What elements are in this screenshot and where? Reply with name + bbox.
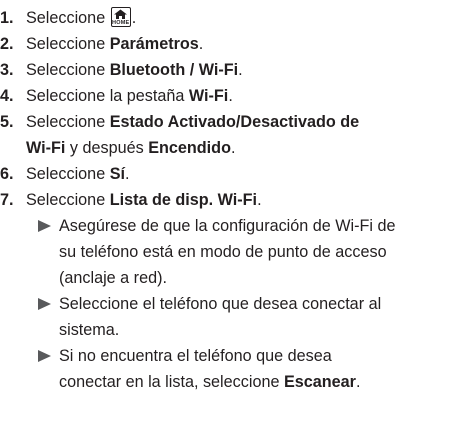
step-5: 5. Seleccione Estado Activado/Desactivado…	[0, 109, 463, 161]
home-label: HOME	[112, 20, 130, 26]
step-4: 4. Seleccione la pestaña Wi-Fi.	[0, 83, 463, 109]
step-number: 2.	[0, 35, 14, 53]
step-7: 7. Seleccione Lista de disp. Wi-Fi.	[0, 187, 463, 213]
step-text: Seleccione	[26, 165, 110, 183]
subpoint-1: Asegúrese de que la configuración de Wi-…	[0, 213, 463, 291]
step-6: 6. Seleccione Sí.	[0, 161, 463, 187]
step-keyword: Encendido	[148, 139, 231, 157]
arrow-bullet-icon	[38, 220, 51, 232]
step-keyword: Parámetros	[109, 35, 199, 53]
step-keyword: Lista de disp. Wi-Fi	[109, 191, 258, 209]
subpoint-text: Seleccione el teléfono que desea conecta…	[59, 295, 382, 313]
step-2: 2. Seleccione Parámetros.	[0, 31, 463, 57]
subpoint-3: Si no encuentra el teléfono que desea co…	[0, 343, 463, 395]
step-keyword: Bluetooth / Wi-Fi	[109, 61, 239, 79]
step-number: 6.	[0, 165, 14, 183]
step-number: 4.	[0, 87, 14, 105]
step-text: Seleccione	[26, 35, 110, 53]
step-text: Seleccione la pestaña	[26, 87, 189, 105]
step-text-end: .	[257, 191, 262, 209]
step-number: 1.	[0, 9, 14, 27]
subpoint-text: Si no encuentra el teléfono que desea	[59, 347, 332, 365]
step-1: 1. Seleccione HOME .	[0, 5, 463, 31]
step-text-end: .	[228, 87, 233, 105]
subpoint-text-end: .	[355, 373, 361, 391]
step-text: Seleccione	[26, 9, 106, 27]
step-text-end: .	[198, 35, 204, 53]
step-text: Seleccione	[26, 61, 110, 79]
step-text: Seleccione	[26, 191, 110, 209]
step-keyword: Wi-Fi	[188, 87, 229, 105]
step-keyword: Wi-Fi	[26, 139, 66, 157]
step-text-end: .	[230, 139, 236, 157]
subpoint-text: Asegúrese de que la configuración de Wi-…	[59, 217, 396, 235]
subpoint-text: (anclaje a red).	[59, 269, 167, 287]
step-keyword: Sí	[109, 165, 125, 183]
subpoint-text: su teléfono está en modo de punto de acc…	[59, 243, 387, 261]
home-icon	[113, 9, 127, 19]
step-text-end: .	[125, 165, 130, 183]
step-3: 3. Seleccione Bluetooth / Wi-Fi.	[0, 57, 463, 83]
subpoint-keyword: Escanear	[283, 373, 356, 391]
home-button-icon: HOME	[110, 7, 131, 27]
step-number: 3.	[0, 61, 14, 79]
subpoint-text: sistema.	[59, 321, 120, 339]
step-number: 5.	[0, 113, 14, 131]
step-text: Seleccione	[26, 113, 110, 131]
step-number: 7.	[0, 191, 14, 209]
step-keyword: Estado Activado/Desactivado de	[109, 113, 360, 131]
subpoint-text: conectar en la lista, seleccione	[59, 373, 284, 391]
step-text: y después	[65, 139, 149, 157]
step-text-end: .	[131, 9, 137, 27]
arrow-bullet-icon	[38, 298, 51, 310]
arrow-bullet-icon	[38, 350, 51, 362]
step-text-end: .	[238, 61, 243, 79]
subpoint-2: Seleccione el teléfono que desea conecta…	[0, 291, 463, 343]
instructions: 1. Seleccione HOME . 2. Seleccione Parámet…	[0, 5, 463, 395]
